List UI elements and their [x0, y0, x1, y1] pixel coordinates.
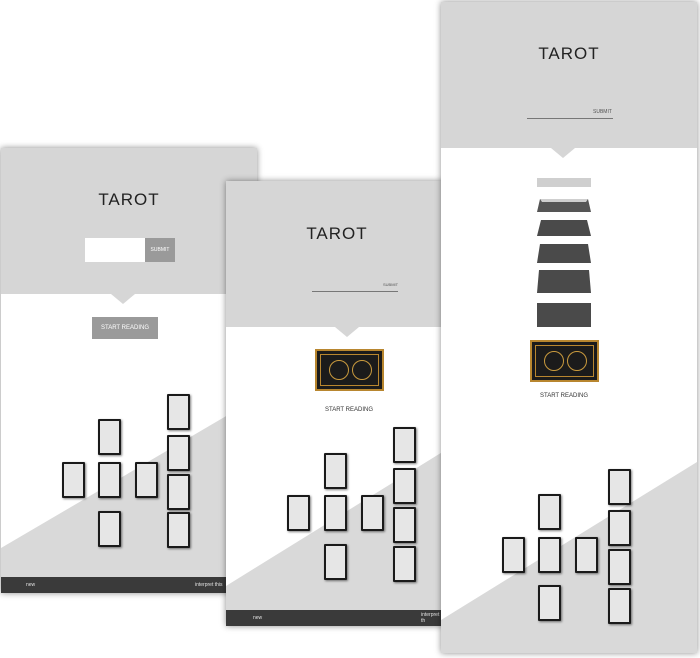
spread-card-3[interactable] — [98, 462, 121, 498]
spread-card-7[interactable] — [167, 435, 190, 471]
spread-card-4[interactable] — [98, 511, 121, 547]
spread-card-9[interactable] — [608, 588, 631, 624]
spread-card-7[interactable] — [608, 510, 631, 546]
spread-card-6[interactable] — [608, 469, 631, 505]
spread-card-8[interactable] — [608, 549, 631, 585]
spread-card-4[interactable] — [324, 544, 347, 580]
spread-card-2[interactable] — [538, 494, 561, 530]
spread-card-6[interactable] — [393, 427, 416, 463]
header — [441, 2, 697, 148]
diagonal-background — [1, 398, 257, 578]
spread-card-5[interactable] — [361, 495, 384, 531]
spread-card-1[interactable] — [287, 495, 310, 531]
diagonal-background — [441, 462, 697, 653]
spread-card-3[interactable] — [538, 537, 561, 573]
spread-card-2[interactable] — [98, 419, 121, 455]
spread-card-2[interactable] — [324, 453, 347, 489]
question-input[interactable] — [85, 238, 145, 262]
footer-bar: new interpret this — [1, 577, 257, 593]
spread-card-1[interactable] — [502, 537, 525, 573]
submit-label: SUBMIT — [150, 247, 170, 253]
app-title: TAROT — [538, 44, 600, 63]
shuffle-frame-5 — [537, 270, 591, 293]
spread-card-8[interactable] — [167, 474, 190, 510]
header — [1, 148, 257, 294]
start-reading-label: START READING — [100, 325, 149, 331]
footer-bar: new interpret th — [226, 610, 444, 626]
spread-card-5[interactable] — [135, 462, 158, 498]
header-notch — [551, 148, 575, 158]
header — [226, 181, 444, 327]
submit-button[interactable]: SUBMIT — [593, 109, 612, 115]
new-link[interactable]: new — [26, 582, 35, 588]
card-deck-icon[interactable] — [530, 340, 599, 382]
submit-label: SUBMIT — [593, 109, 612, 115]
spread-card-5[interactable] — [575, 537, 598, 573]
spread-card-7[interactable] — [393, 468, 416, 504]
app-title: TAROT — [98, 190, 160, 209]
interpret-link[interactable]: interpret this — [195, 582, 223, 588]
screen-1: TAROT SUBMIT START READING new interpret… — [1, 148, 257, 593]
shuffle-frame-6 — [537, 303, 591, 327]
header-notch — [335, 327, 359, 337]
shuffle-frame-2 — [537, 199, 591, 212]
app-title: TAROT — [306, 224, 368, 243]
spread-card-8[interactable] — [393, 507, 416, 543]
spread-card-3[interactable] — [324, 495, 347, 531]
spread-card-9[interactable] — [393, 546, 416, 582]
shuffle-frame-4 — [537, 244, 591, 263]
screen-2: TAROT SUBMIT START READING new interpret… — [226, 181, 444, 626]
submit-button[interactable]: SUBMIT — [145, 238, 175, 262]
start-reading-link[interactable]: START READING — [320, 407, 378, 413]
shuffle-frame-1 — [537, 178, 591, 187]
new-link[interactable]: new — [253, 615, 262, 621]
card-deck-icon[interactable] — [315, 349, 384, 391]
shuffle-frame-3 — [537, 220, 591, 236]
spread-card-1[interactable] — [62, 462, 85, 498]
submit-label: SUBMIT — [383, 282, 399, 287]
spread-card-9[interactable] — [167, 512, 190, 548]
screen-3: TAROT SUBMIT START READING — [441, 2, 697, 653]
submit-button[interactable]: SUBMIT — [383, 282, 398, 287]
spread-card-6[interactable] — [167, 394, 190, 430]
start-reading-link[interactable]: START READING — [534, 393, 594, 399]
header-notch — [111, 294, 135, 304]
spread-card-4[interactable] — [538, 585, 561, 621]
start-reading-button[interactable]: START READING — [92, 317, 158, 339]
